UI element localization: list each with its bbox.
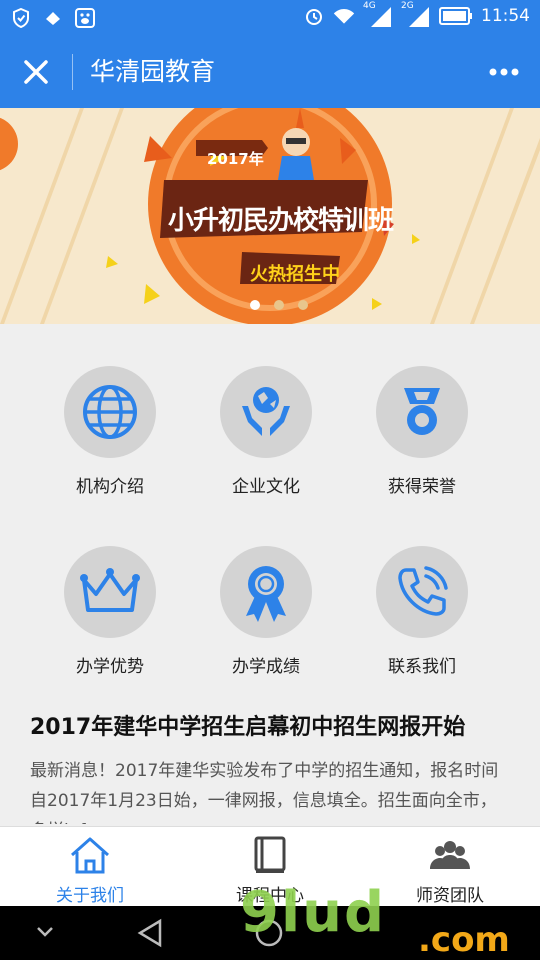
battery-icon <box>439 5 473 27</box>
promo-banner[interactable]: 2017年 小升初民办校特训班 火热招生中 <box>0 108 540 324</box>
banner-tag: 火热招生中 <box>250 264 340 285</box>
tab-label: 关于我们 <box>56 886 124 906</box>
banner-dot-1[interactable] <box>250 300 260 310</box>
team-icon <box>428 835 472 875</box>
feature-contact[interactable]: 联系我们 <box>332 504 512 684</box>
banner-dot-3[interactable] <box>298 300 308 310</box>
medal-icon <box>376 366 468 458</box>
globe-icon <box>64 366 156 458</box>
notification-icon <box>42 7 64 29</box>
feature-grid: 机构介绍 企业文化 获得荣誉 办学优势 办学成绩 联系我们 <box>0 324 540 694</box>
banner-dot-2[interactable] <box>274 300 284 310</box>
hands-globe-icon <box>220 366 312 458</box>
feature-label: 机构介绍 <box>76 477 144 497</box>
banner-pagination <box>250 300 308 310</box>
tab-team[interactable]: 师资团队 <box>360 827 540 907</box>
watermark-logo: 9lud <box>240 880 387 945</box>
award-ribbon-icon <box>220 546 312 638</box>
close-icon[interactable] <box>18 54 54 90</box>
more-icon[interactable] <box>488 58 520 86</box>
status-bar: 4G 2G 11:54 <box>0 0 540 36</box>
signal-4g: 4G <box>363 1 393 27</box>
baidu-icon <box>74 7 96 29</box>
feature-label: 获得荣誉 <box>388 477 456 497</box>
news-card[interactable]: 2017年建华中学招生启幕初中招生网报开始 最新消息！2017年建华实验发布了中… <box>30 700 510 824</box>
banner-headline: 小升初民办校特训班 <box>168 206 394 236</box>
book-icon <box>248 835 292 875</box>
clock: 11:54 <box>481 6 530 26</box>
wifi-icon <box>333 5 355 27</box>
news-title[interactable]: 2017年建华中学招生启幕初中招生网报开始 <box>30 700 510 756</box>
news-body: 最新消息！2017年建华实验发布了中学的招生通知，报名时间自2017年1月23日… <box>30 761 499 824</box>
banner-year: 2017年 <box>207 150 264 168</box>
tab-label: 师资团队 <box>416 886 484 906</box>
app-bar-divider <box>72 54 73 90</box>
nav-back-icon[interactable] <box>136 918 164 952</box>
crown-icon <box>64 546 156 638</box>
feature-about[interactable]: 机构介绍 <box>20 324 200 504</box>
nav-hide-icon[interactable] <box>34 922 56 946</box>
feature-culture[interactable]: 企业文化 <box>176 324 356 504</box>
alarm-icon <box>303 5 325 27</box>
feature-label: 办学优势 <box>76 657 144 677</box>
feature-honors[interactable]: 获得荣誉 <box>332 324 512 504</box>
page-title: 华清园教育 <box>90 57 216 86</box>
signal-2g: 2G <box>401 1 431 27</box>
feature-label: 企业文化 <box>232 477 300 497</box>
feature-label: 办学成绩 <box>232 657 300 677</box>
home-icon <box>68 835 112 875</box>
network-label-1: 4G <box>363 1 376 11</box>
app-bar: 华清园教育 <box>0 36 540 108</box>
shield-icon <box>10 7 32 29</box>
network-label-2: 2G <box>401 1 414 11</box>
phone-icon <box>376 546 468 638</box>
watermark-suffix: .com <box>418 920 510 960</box>
feature-label: 联系我们 <box>388 657 456 677</box>
feature-results[interactable]: 办学成绩 <box>176 504 356 684</box>
feature-advantages[interactable]: 办学优势 <box>20 504 200 684</box>
tab-about[interactable]: 关于我们 <box>0 827 180 907</box>
